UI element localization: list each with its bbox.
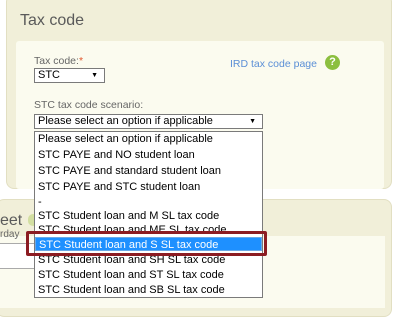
dropdown-option[interactable]: STC Student loan and ME SL tax code	[35, 223, 262, 237]
dropdown-option[interactable]: STC PAYE and STC student loan	[35, 180, 262, 194]
chevron-down-icon: ▼	[91, 72, 98, 79]
tax-code-label: Tax code:*	[34, 55, 84, 67]
scenario-select[interactable]: Please select an option if applicable ▼	[34, 114, 263, 129]
tax-code-select[interactable]: STC ▼	[34, 68, 105, 83]
scenario-select-value: Please select an option if applicable	[38, 115, 213, 127]
dropdown-option-selected[interactable]: STC Student loan and S SL tax code	[35, 237, 262, 251]
dropdown-option[interactable]: STC PAYE and standard student loan	[35, 164, 262, 178]
tax-code-select-value: STC	[38, 69, 60, 81]
scenario-label: STC tax code scenario:	[34, 99, 144, 111]
dropdown-option[interactable]: STC Student loan and SB SL tax code	[35, 283, 262, 297]
sheet-title: eet	[0, 212, 23, 229]
help-icon[interactable]: ?	[325, 55, 340, 70]
dropdown-option[interactable]: Please select an option if applicable	[35, 132, 262, 146]
dropdown-option[interactable]: STC PAYE and NO student loan	[35, 148, 262, 162]
sheet-field-label: rday	[0, 229, 20, 240]
dropdown-option[interactable]: STC Student loan and ST SL tax code	[35, 268, 262, 282]
tax-code-title: Tax code	[20, 12, 85, 29]
dropdown-option[interactable]: STC Student loan and SH SL tax code	[35, 253, 262, 267]
ird-tax-code-page-link[interactable]: IRD tax code page	[230, 58, 317, 70]
scenario-dropdown-list: Please select an option if applicable ST…	[34, 131, 263, 298]
required-marker: *	[78, 55, 84, 67]
dropdown-option-separator[interactable]: -	[35, 195, 262, 209]
dropdown-option[interactable]: STC Student loan and M SL tax code	[35, 209, 262, 223]
chevron-down-icon: ▼	[249, 118, 256, 125]
